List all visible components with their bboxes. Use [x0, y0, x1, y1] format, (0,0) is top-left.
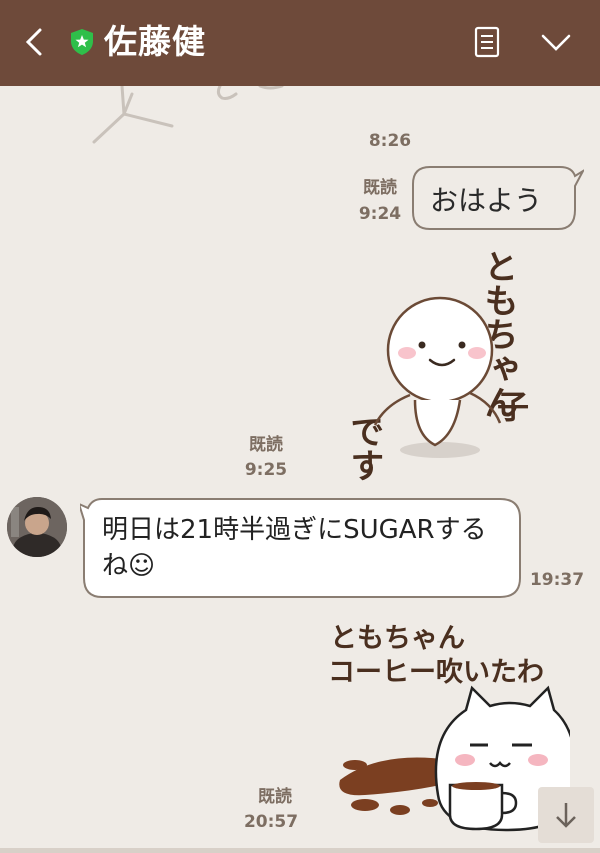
read-receipt: 既読 [249, 435, 283, 455]
sticker-coffee-cat[interactable]: ともちゃん コーヒー吹いたわ [320, 615, 570, 840]
chat-header: 佐藤健 [0, 0, 600, 86]
message-time: 20:57 [243, 812, 299, 832]
read-receipt: 既読 [363, 178, 397, 198]
message-time: 9:24 [358, 204, 402, 224]
avatar-image [7, 497, 67, 557]
message-time: 8:26 [368, 131, 412, 151]
arrow-down-icon [556, 803, 576, 828]
incoming-message-bubble[interactable]: 明日は21時半過ぎにSUGARするね☺ [80, 498, 521, 598]
message-time: 19:37 [529, 570, 585, 590]
sticker-text-right2: 子 [497, 390, 530, 428]
scroll-to-bottom-button[interactable] [538, 787, 594, 843]
contact-name[interactable]: 佐藤健 [104, 18, 206, 66]
contact-avatar[interactable] [7, 497, 67, 557]
chevron-left-icon[interactable] [20, 24, 50, 60]
notes-icon[interactable] [470, 25, 504, 59]
message-time: 9:25 [244, 460, 288, 480]
sticker-text-left2: です [316, 414, 384, 481]
sticker-line2: コーヒー吹いたわ [328, 657, 544, 688]
partial-sticker [92, 86, 284, 144]
read-receipt: 既読 [258, 787, 292, 807]
chevron-down-icon[interactable] [538, 25, 574, 59]
sticker-text-right: やればできる [540, 245, 570, 428]
message-text: 明日は21時半過ぎにSUGARするね☺ [102, 515, 487, 581]
outgoing-message-bubble[interactable]: おはよう [412, 166, 584, 230]
verified-shield-icon [71, 29, 93, 55]
message-text: おはよう [430, 184, 543, 217]
sticker-line1: ともちゃん [330, 623, 465, 654]
sticker-yareba-dekiru[interactable]: ともちゃん です やればできる 子 [300, 245, 570, 490]
bottom-divider [0, 848, 600, 853]
